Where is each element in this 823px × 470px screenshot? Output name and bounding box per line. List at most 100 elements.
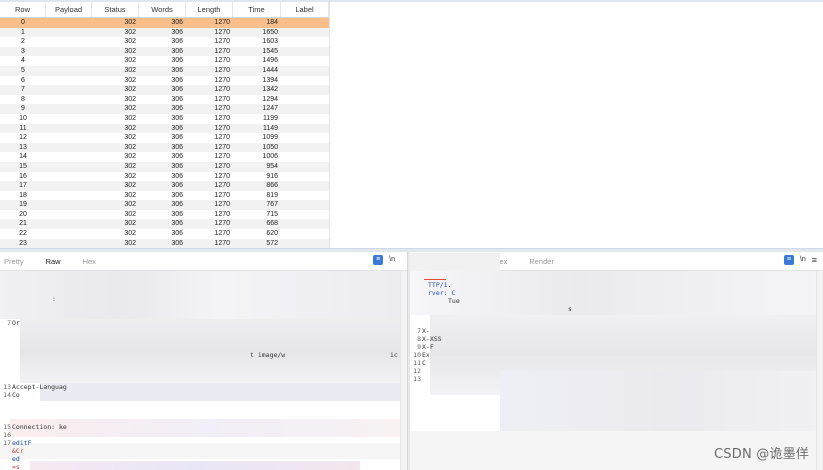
cell-time: 572 [266, 239, 278, 247]
line-number: 7 [7, 319, 11, 327]
table-row[interactable]: 0 302 306 1270 184 [0, 18, 329, 28]
cell-time: 1545 [262, 47, 278, 55]
cell-label [281, 104, 329, 114]
menu-icon[interactable]: ≡ [812, 255, 817, 265]
wrap-lines-icon[interactable]: ≡ [373, 255, 384, 265]
cell-status: 302 [124, 28, 136, 36]
line-number: 11 [413, 359, 421, 367]
column-header-row[interactable]: Row [0, 2, 46, 17]
request-scrollbar[interactable] [400, 271, 407, 470]
tab-pretty[interactable]: Pretty [4, 257, 24, 266]
code-line: TTP/1. [428, 281, 452, 289]
cell-status: 302 [124, 153, 136, 161]
cell-payload [46, 229, 92, 239]
table-row[interactable]: 20 302 306 1270 715 [0, 209, 329, 220]
column-header-words[interactable]: Words [139, 2, 186, 17]
table-row[interactable]: 21 302 306 1270 668 [0, 219, 329, 230]
table-row[interactable]: 9 302 306 1270 1247 [0, 104, 329, 114]
table-row[interactable]: 12 302 306 1270 1099 [0, 133, 329, 143]
column-header-time[interactable]: Time [233, 2, 281, 17]
tab-raw[interactable]: Raw [46, 257, 61, 266]
table-row[interactable]: 16 302 306 1270 916 [0, 171, 329, 182]
cell-payload [46, 47, 92, 57]
results-table[interactable]: Row Payload Status Words Length Time Lab… [0, 2, 330, 248]
code-line: Or [12, 319, 20, 327]
response-editor[interactable]: Hex Render ≡ \n ≡ TTP/1. rver: C Tue s 7… [410, 252, 823, 470]
cell-status: 302 [124, 57, 136, 65]
table-row[interactable]: 8 302 306 1270 1294 [0, 94, 329, 105]
table-row[interactable]: 15 302 306 1270 954 [0, 161, 329, 172]
table-row[interactable]: 5 302 306 1270 1444 [0, 65, 329, 76]
tab-hex[interactable]: Hex [83, 257, 96, 266]
cell-length: 1270 [214, 153, 230, 161]
code-line: rver: C [428, 289, 456, 297]
table-row[interactable]: 19 302 306 1270 767 [0, 200, 329, 210]
cell-length: 1270 [214, 105, 230, 113]
table-row[interactable]: 7 302 306 1270 1342 [0, 85, 329, 95]
newline-toggle-icon[interactable]: \n [389, 255, 395, 265]
column-header-label[interactable]: Label [281, 2, 329, 17]
table-row[interactable]: 2 302 306 1270 1603 [0, 37, 329, 47]
column-header-payload[interactable]: Payload [46, 2, 92, 17]
code-line: X-F [422, 343, 434, 351]
table-row[interactable]: 14 302 306 1270 1006 [0, 152, 329, 162]
column-header-status[interactable]: Status [92, 2, 139, 17]
obscured-region [0, 271, 400, 319]
cell-length: 1270 [214, 19, 230, 26]
response-code-area[interactable]: TTP/1. rver: C Tue s 7 X- 8 X-XSS 9 X-F … [410, 253, 823, 470]
obscured-region [500, 371, 823, 431]
table-row[interactable]: 11 302 306 1270 1149 [0, 123, 329, 134]
cell-status: 302 [124, 66, 136, 74]
obscured-region [10, 419, 400, 437]
request-code-area[interactable]: : 7 Or t image/w ic 13 Accept-Languag 14… [0, 271, 407, 470]
table-row[interactable]: 23 302 306 1270 572 [0, 238, 329, 248]
cell-status: 302 [124, 47, 136, 55]
cell-length: 1270 [214, 66, 230, 74]
cell-row: 21 [19, 220, 27, 228]
table-row[interactable]: 17 302 306 1270 866 [0, 181, 329, 191]
cell-words: 306 [171, 134, 183, 142]
cell-length: 1270 [214, 47, 230, 55]
cell-label [281, 162, 329, 172]
code-line: &Cr [12, 447, 24, 455]
obscured-region [30, 461, 360, 470]
cell-time: 1050 [262, 143, 278, 151]
tab-render[interactable]: Render [529, 257, 554, 266]
code-line: Ex [422, 351, 430, 359]
cell-payload [46, 76, 92, 86]
cell-words: 306 [171, 66, 183, 74]
cell-words: 306 [171, 47, 183, 55]
newline-toggle-icon[interactable]: \n [800, 255, 806, 265]
cell-payload [46, 114, 92, 124]
table-row[interactable]: 4 302 306 1270 1496 [0, 56, 329, 66]
cell-label [281, 200, 329, 210]
table-row[interactable]: 1 302 306 1270 1650 [0, 27, 329, 38]
cell-time: 767 [266, 201, 278, 209]
cell-length: 1270 [214, 114, 230, 122]
table-row[interactable]: 18 302 306 1270 819 [0, 190, 329, 201]
cell-payload [46, 85, 92, 95]
cell-row: 12 [19, 134, 27, 142]
cell-length: 1270 [214, 76, 230, 84]
table-row[interactable]: 22 302 306 1270 620 [0, 229, 329, 239]
obscured-region [0, 443, 400, 459]
cell-payload [46, 219, 92, 229]
table-row[interactable]: 13 302 306 1270 1050 [0, 142, 329, 153]
wrap-lines-icon[interactable]: ≡ [783, 255, 794, 265]
cell-label [281, 219, 329, 229]
table-body: 0 302 306 1270 184 1 302 306 1270 1650 2 302 306 1270… [0, 18, 329, 248]
cell-payload [46, 37, 92, 47]
table-row[interactable]: 3 302 306 1270 1545 [0, 46, 329, 57]
cell-status: 302 [124, 134, 136, 142]
column-header-length[interactable]: Length [186, 2, 233, 17]
cell-length: 1270 [214, 28, 230, 36]
cell-time: 1496 [262, 57, 278, 65]
cell-length: 1270 [214, 230, 230, 238]
cell-label [281, 114, 329, 124]
code-line: C [422, 359, 426, 367]
cell-time: 1149 [262, 124, 278, 132]
table-row[interactable]: 10 302 306 1270 1199 [0, 113, 329, 124]
table-row[interactable]: 6 302 306 1270 1394 [0, 75, 329, 86]
response-scrollbar[interactable] [816, 271, 823, 470]
request-editor[interactable]: Pretty Raw Hex ≡ \n : 7 Or t image/w ic … [0, 252, 407, 470]
